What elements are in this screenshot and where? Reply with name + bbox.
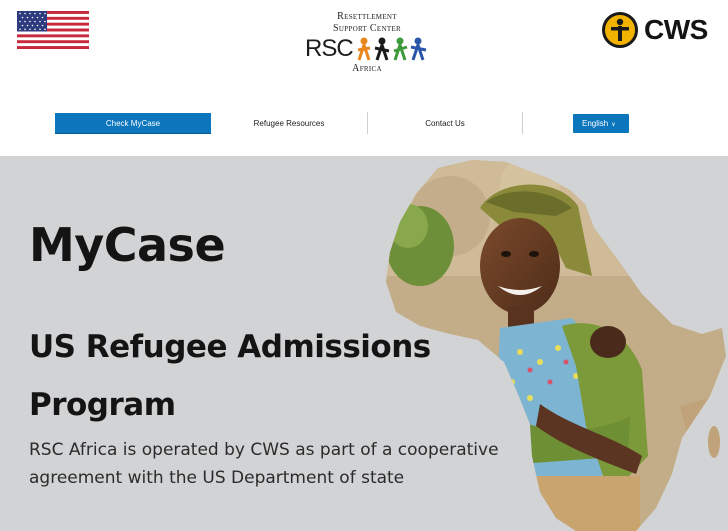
hero-title: MyCase xyxy=(29,218,226,272)
rsc-logo-line1: Resettlement xyxy=(337,11,397,22)
nav-contact-us[interactable]: Contact Us xyxy=(368,113,522,134)
rsc-africa-logo[interactable]: Resettlement Support Center RSC Africa xyxy=(300,10,434,76)
us-flag-icon xyxy=(17,11,89,49)
rsc-figures-icon xyxy=(357,37,427,61)
language-select[interactable]: English ∨ xyxy=(573,114,629,133)
chevron-down-icon: ∨ xyxy=(611,122,616,128)
nav-check-mycase[interactable]: Check MyCase xyxy=(55,113,211,134)
rsc-logo-line3: Africa xyxy=(352,63,382,74)
cws-emblem-icon xyxy=(602,12,638,48)
main-nav: Check MyCase Refugee Resources Contact U… xyxy=(0,108,728,142)
language-label: English xyxy=(582,119,609,128)
nav-divider xyxy=(522,112,523,134)
rsc-logo-mark: RSC xyxy=(305,35,354,62)
hero-subtitle: US Refugee Admissions Program xyxy=(29,329,431,423)
cws-logo[interactable]: CWS xyxy=(602,12,718,50)
cws-logo-text: CWS xyxy=(644,14,708,45)
hero-description: RSC Africa is operated by CWS as part of… xyxy=(29,440,499,488)
hero-banner: MyCase US Refugee Admissions Program RSC… xyxy=(0,156,728,531)
nav-refugee-resources[interactable]: Refugee Resources xyxy=(211,113,367,134)
rsc-logo-line2: Support Center xyxy=(333,23,401,34)
site-header: Resettlement Support Center RSC Africa C… xyxy=(0,0,728,156)
